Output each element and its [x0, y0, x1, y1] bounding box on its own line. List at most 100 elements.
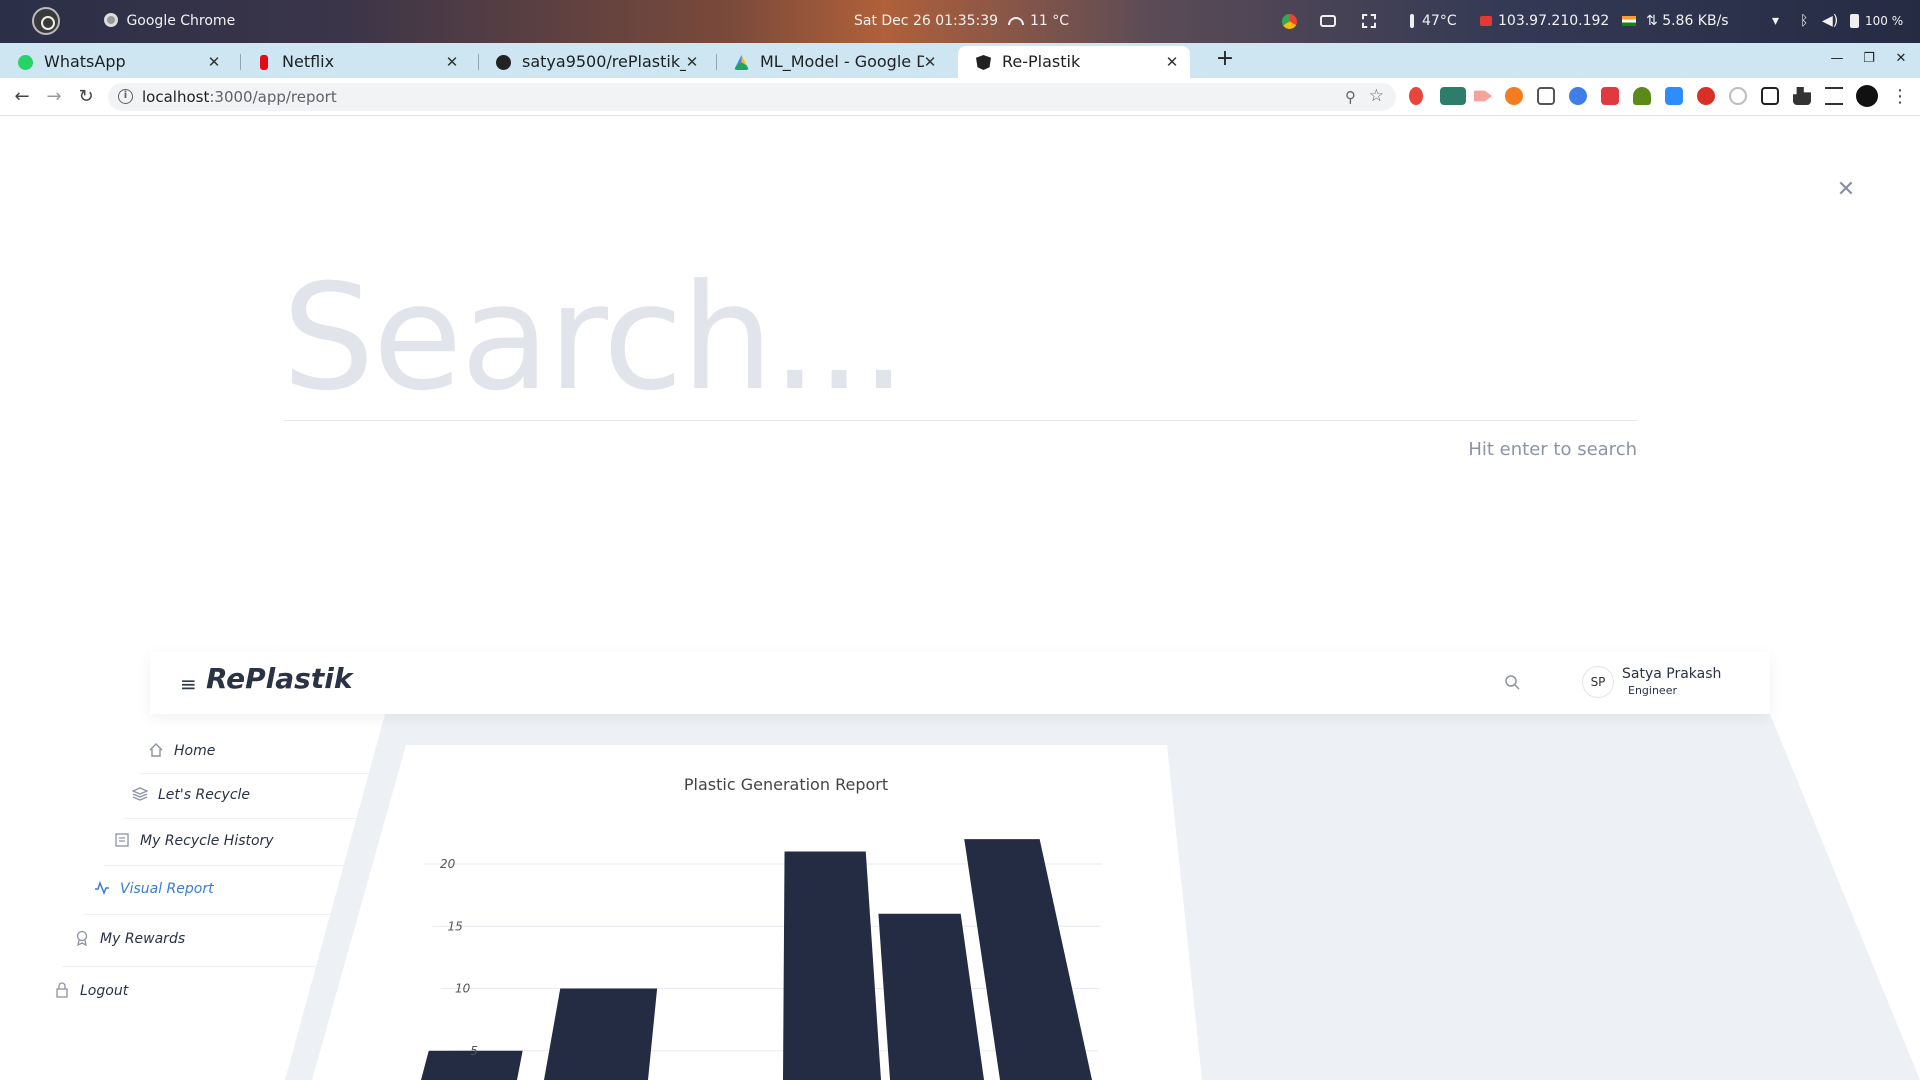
minimize-icon[interactable]: —: [1826, 48, 1848, 70]
search-underline: [284, 420, 1637, 421]
vpn-lock-icon: [1480, 16, 1492, 26]
url-text[interactable]: localhost:3000/app/report: [142, 83, 337, 111]
net-speed-indicator[interactable]: ⇅ 5.86 KB/s: [1646, 0, 1729, 43]
forward-icon[interactable]: →: [42, 85, 66, 109]
back-icon[interactable]: ←: [10, 85, 34, 109]
url-host: localhost: [142, 88, 210, 106]
close-icon[interactable]: ✕: [920, 46, 940, 78]
screenshot-icon[interactable]: [1320, 0, 1336, 43]
sidebar-divider: [62, 966, 332, 967]
chrome-icon: [104, 13, 118, 27]
wifi-icon[interactable]: ▾: [1772, 0, 1779, 43]
tab-google-drive[interactable]: ML_Model - Google Dr ✕: [716, 46, 948, 78]
extension-icon[interactable]: [1505, 87, 1523, 105]
tab-whatsapp[interactable]: WhatsApp ✕: [0, 46, 232, 78]
sidebar-item-lets-recycle[interactable]: Let's Recycle: [131, 786, 251, 803]
sidebar-divider: [104, 865, 356, 866]
sidebar-item-label: Logout: [80, 983, 129, 999]
tab-strip: WhatsApp ✕ Netflix ✕ satya9500/rePlastik…: [0, 43, 1920, 78]
extension-icon[interactable]: [1409, 87, 1423, 105]
close-icon[interactable]: ✕: [442, 46, 462, 78]
brand-logo[interactable]: RePlastik: [206, 662, 352, 695]
tab-netflix[interactable]: Netflix ✕: [238, 46, 470, 78]
notion-icon[interactable]: [1761, 87, 1779, 105]
site-info-icon[interactable]: i: [118, 89, 133, 104]
battery-icon: [1850, 14, 1859, 28]
tab-re-plastik[interactable]: Re-Plastik ✕: [958, 46, 1190, 78]
cpu-temp-indicator[interactable]: 47°C: [1410, 0, 1457, 43]
app-header: ≡ RePlastik SP Satya Prakash Engineer: [150, 652, 1770, 714]
cpu-temp: 47°C: [1422, 13, 1457, 29]
hamburger-menu-icon[interactable]: ≡: [180, 672, 197, 696]
cloud-icon: [1008, 17, 1024, 25]
battery-indicator[interactable]: 100 %: [1850, 0, 1903, 43]
tab-title: WhatsApp: [44, 52, 126, 71]
kebab-menu-icon[interactable]: ⋮: [1888, 85, 1912, 109]
search-hint: Hit enter to search: [1468, 439, 1637, 460]
angular-icon: [976, 55, 991, 70]
history-icon: [114, 832, 130, 848]
india-flag-icon: [1621, 16, 1636, 26]
sidebar-item-label: Let's Recycle: [158, 787, 251, 803]
google-drive-icon: [734, 55, 749, 70]
close-icon[interactable]: ✕: [204, 46, 224, 78]
net-speed: 5.86 KB/s: [1662, 13, 1729, 29]
search-input[interactable]: Search...: [282, 248, 907, 428]
report-card: [312, 745, 1202, 1080]
extension-icon[interactable]: [1569, 87, 1587, 105]
pocket-icon[interactable]: [1537, 87, 1555, 105]
tab-github[interactable]: satya9500/rePlastik_f ✕: [478, 46, 710, 78]
profile-avatar-icon[interactable]: [1856, 85, 1878, 107]
layers-icon: [131, 786, 149, 802]
extension-icon[interactable]: [1729, 87, 1747, 105]
active-app-indicator[interactable]: Google Chrome: [104, 0, 235, 43]
bluetooth-icon[interactable]: ᛒ: [1800, 0, 1808, 43]
close-icon[interactable]: ✕: [682, 46, 702, 78]
search-icon[interactable]: [1504, 674, 1520, 690]
netflix-icon: [260, 55, 268, 70]
sidebar-divider: [84, 914, 346, 915]
tab-title: ML_Model - Google Dr: [760, 52, 924, 71]
tab-title: Netflix: [282, 52, 335, 71]
os-top-bar: Google Chrome Sat Dec 26 01:35:39 11 °C …: [0, 0, 1920, 43]
close-window-icon[interactable]: ✕: [1890, 48, 1912, 70]
battery-level: 100 %: [1865, 14, 1904, 28]
zoom-icon[interactable]: ⚲: [1345, 88, 1356, 106]
sidebar-item-my-rewards[interactable]: My Rewards: [74, 930, 185, 947]
close-search-icon[interactable]: ✕: [1832, 176, 1860, 204]
apps-grid-icon[interactable]: [1362, 0, 1376, 43]
extension-icon[interactable]: [1697, 87, 1715, 105]
avatar[interactable]: SP: [1582, 666, 1614, 698]
new-tab-button[interactable]: +: [1212, 46, 1238, 72]
sidebar-item-label: My Rewards: [100, 931, 186, 947]
sidebar-item-my-recycle-history[interactable]: My Recycle History: [114, 832, 274, 849]
award-icon: [74, 930, 90, 947]
volume-icon[interactable]: ◀): [1822, 0, 1838, 43]
user-role: Engineer: [1628, 684, 1677, 697]
sidebar-item-visual-report[interactable]: Visual Report: [94, 880, 214, 897]
ip-address: 103.97.210.192: [1498, 13, 1610, 29]
address-bar[interactable]: i localhost:3000/app/report ⚲ ☆: [108, 83, 1396, 111]
reload-icon[interactable]: ↻: [74, 85, 98, 109]
extension-icon[interactable]: [1601, 87, 1619, 105]
sidebar-item-label: Visual Report: [120, 881, 214, 897]
weather-temp: 11 °C: [1030, 13, 1070, 29]
restore-icon[interactable]: ❐: [1858, 48, 1880, 70]
bookmark-star-icon[interactable]: ☆: [1369, 86, 1384, 106]
media-control-icon[interactable]: [1825, 87, 1843, 105]
activities-icon[interactable]: [32, 7, 60, 35]
chrome-tray-icon[interactable]: [1282, 0, 1297, 43]
tab-title: satya9500/rePlastik_f: [522, 52, 686, 71]
close-icon[interactable]: ✕: [1162, 46, 1182, 78]
ip-indicator[interactable]: 103.97.210.192: [1480, 0, 1636, 43]
clock[interactable]: Sat Dec 26 01:35:39: [854, 0, 998, 43]
sidebar-divider: [124, 818, 368, 819]
weather-indicator[interactable]: 11 °C: [1008, 0, 1069, 43]
beta-extension-icon[interactable]: [1440, 87, 1466, 105]
sidebar-item-home[interactable]: Home: [148, 742, 215, 759]
zoom-meeting-icon[interactable]: [1665, 87, 1683, 105]
sidebar-item-label: My Recycle History: [140, 833, 274, 849]
extension-icon[interactable]: [1633, 87, 1651, 105]
user-name[interactable]: Satya Prakash: [1622, 666, 1721, 682]
sidebar-item-logout[interactable]: Logout: [54, 982, 128, 999]
